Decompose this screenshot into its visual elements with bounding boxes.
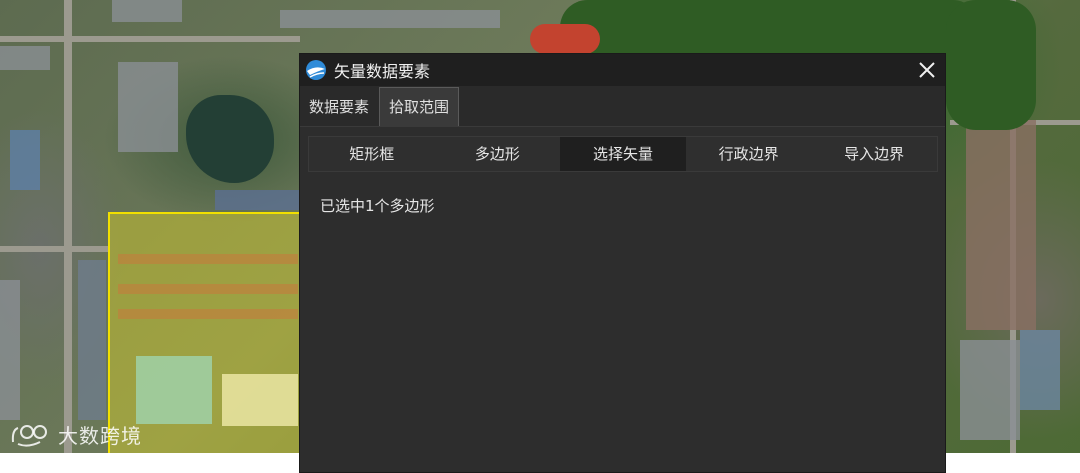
subtab-rectangle[interactable]: 矩形框 — [309, 137, 435, 171]
selection-status-text: 已选中1个多边形 — [320, 197, 435, 215]
subtab-polygon[interactable]: 多边形 — [435, 137, 561, 171]
selected-building — [118, 309, 298, 319]
selected-polygon[interactable] — [108, 212, 308, 453]
tab-pick-range[interactable]: 拾取范围 — [379, 87, 460, 126]
map-sports-track — [530, 24, 600, 54]
map-building — [960, 340, 1020, 440]
map-road — [0, 36, 300, 42]
map-building — [78, 260, 106, 420]
subtab-import-boundary[interactable]: 导入边界 — [811, 137, 937, 171]
main-tabs: 数据要素 拾取范围 — [300, 86, 945, 127]
map-building — [118, 62, 178, 152]
close-icon — [919, 62, 935, 78]
map-building — [10, 130, 40, 190]
map-building — [966, 120, 1036, 330]
map-road — [0, 246, 110, 252]
vector-data-dialog[interactable]: 矢量数据要素 数据要素 拾取范围 矩形框 多边形 选择矢量 行政边界 导入边界 … — [299, 53, 946, 473]
watermark-text: 大数跨境 — [58, 424, 142, 448]
selected-building — [118, 254, 298, 264]
map-forest — [946, 0, 1036, 130]
dialog-title: 矢量数据要素 — [334, 62, 431, 81]
close-button[interactable] — [915, 58, 939, 82]
selected-building — [222, 374, 298, 426]
map-building — [215, 190, 299, 210]
selected-building — [118, 284, 298, 294]
map-pond — [186, 95, 274, 183]
watermark-logo-icon — [10, 422, 52, 448]
map-building — [1020, 330, 1060, 410]
app-logo-icon — [306, 60, 326, 80]
dialog-titlebar[interactable]: 矢量数据要素 — [300, 54, 945, 86]
map-building — [0, 280, 20, 420]
tab-data-elements[interactable]: 数据要素 — [300, 88, 378, 126]
watermark: 大数跨境 — [10, 420, 142, 449]
map-forest — [560, 0, 980, 55]
map-building — [0, 46, 50, 70]
selected-building — [136, 356, 212, 424]
map-building — [112, 0, 182, 22]
map-building — [280, 10, 500, 28]
map-road — [64, 0, 72, 453]
subtab-admin-boundary[interactable]: 行政边界 — [686, 137, 812, 171]
pick-mode-tabs: 矩形框 多边形 选择矢量 行政边界 导入边界 — [308, 136, 938, 172]
subtab-select-vector[interactable]: 选择矢量 — [560, 137, 686, 171]
